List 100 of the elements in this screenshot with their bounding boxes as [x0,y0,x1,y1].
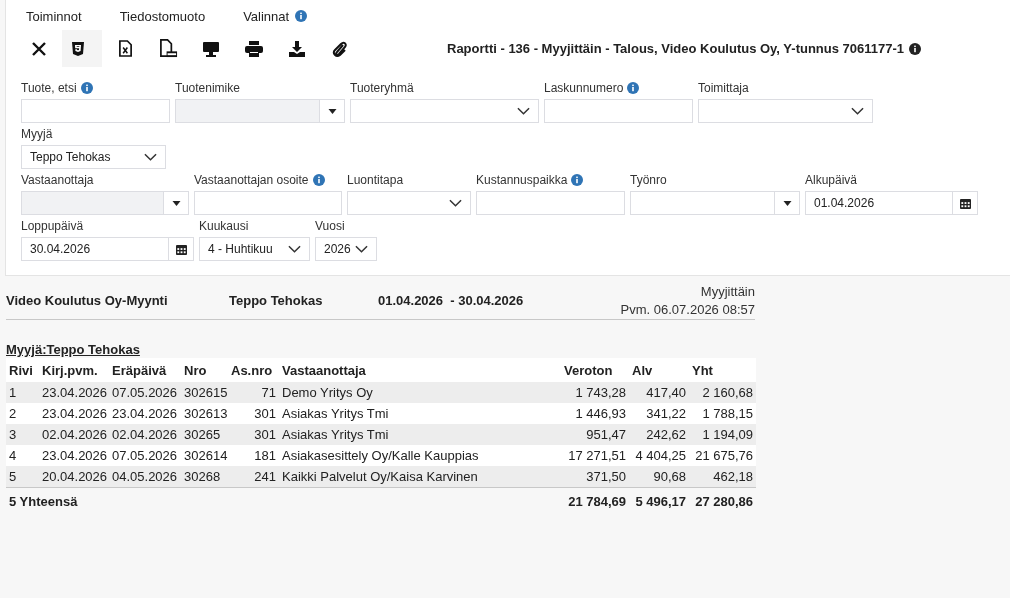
info-icon [909,42,922,55]
file-icon [158,39,178,58]
total-cell: 21 784,69 [561,487,629,514]
table-cell: Asiakas Yritys Tmi [279,403,561,424]
table-cell: 2 160,68 [689,382,756,403]
company-name: Video Koulutus Oy-Myynti [6,293,169,308]
input-field[interactable] [476,191,625,215]
menu-item[interactable]: Tiedostomuoto [119,8,206,24]
table-cell: 20.04.2026 [39,466,109,488]
column-header: Veroton [561,358,629,382]
table-cell: 302615 [181,382,228,403]
table-cell: 1 [6,382,39,403]
field-label: Kustannuspaikka [476,173,568,187]
table-cell: 2 [6,403,39,424]
column-header: As.nro [228,358,279,382]
table-cell: 30265 [181,424,228,445]
table-cell: 302613 [181,403,228,424]
field-label: Luontitapa [347,173,404,187]
caret-icon [782,200,792,206]
field-label: Työnro [630,173,667,187]
table-cell: 3 [6,424,39,445]
calendar-icon [175,243,187,255]
select-field[interactable]: 4 - Huhtikuu [199,237,310,261]
select-field[interactable] [698,99,873,123]
shield-icon [70,40,86,57]
column-header: Yht [689,358,756,382]
seller-name: Teppo Tehokas [229,293,324,308]
date-field[interactable]: 01.04.2026 [805,191,978,215]
info-icon [312,174,325,186]
table-cell: 1 788,15 [689,403,756,424]
chevron-icon [517,107,530,115]
select-field[interactable] [350,99,539,123]
field-label: Vastaanottaja [21,173,94,187]
paperclip-icon [332,39,348,58]
field-label: Toimittaja [698,81,749,95]
calendar-icon [959,197,971,209]
table-cell: 23.04.2026 [39,445,109,466]
table-cell: 181 [228,445,279,466]
info-icon [627,82,640,94]
table-cell: 1 743,28 [561,382,629,403]
table-cell: 951,47 [561,424,629,445]
report-type: Myyjittäin [700,284,755,299]
html-button[interactable] [62,30,102,67]
chevron-icon [144,153,157,161]
input-field[interactable] [21,99,170,123]
combo-field[interactable] [630,191,800,215]
column-header: Alv [629,358,689,382]
info-icon [571,174,584,186]
input-field[interactable] [544,99,693,123]
column-header: Rivi [6,358,39,382]
column-header: Eräpäivä [109,358,181,382]
table-cell: 301 [228,403,279,424]
table-cell: 04.05.2026 [109,466,181,488]
chevron-icon [288,245,301,253]
table-cell: 5 [6,466,39,488]
chevron-icon [449,199,462,207]
table-cell: 371,50 [561,466,629,488]
table-cell: Kaikki Palvelut Oy/Kaisa Karvinen [279,466,561,488]
table-cell: 341,22 [629,403,689,424]
report-period: 01.04.2026 - 30.04.2026 [378,293,524,308]
field-label: Kuukausi [199,219,249,233]
field-label: Tuotenimike [175,81,240,95]
info-icon [295,10,308,22]
table-cell: 30268 [181,466,228,488]
table-cell: 4 [6,445,39,466]
select-field[interactable]: Teppo Tehokas [21,145,166,169]
table-cell: Asiakasesittely Oy/Kalle Kauppias [279,445,561,466]
table-cell: 1 446,93 [561,403,629,424]
column-header: Vastaanottaja [279,358,561,382]
field-label: Vuosi [315,219,345,233]
table-cell: 23.04.2026 [39,382,109,403]
field-label: Laskunnumero [544,81,624,95]
table-cell: 02.04.2026 [109,424,181,445]
field-label: Vastaanottajan osoite [194,173,309,187]
total-cell: 5 496,17 [629,487,689,514]
field-label: Loppupäivä [21,219,84,233]
select-field[interactable] [347,191,471,215]
table-cell: 17 271,51 [561,445,629,466]
report-title: Raportti - 136 - Myyjittäin - Talous, Video Koulutus Oy, Y-tunnus 7061177-1 [447,41,905,56]
table-cell: 07.05.2026 [109,445,181,466]
input-field[interactable] [194,191,342,215]
table-cell: 90,68 [629,466,689,488]
group-title: Myyjä:Teppo Tehokas [6,342,141,358]
table-cell: 71 [228,382,279,403]
field-label: Tuoteryhmä [350,81,414,95]
table-cell: 462,18 [689,466,756,488]
field-label: Myyjä [21,127,53,141]
menu-item[interactable]: Valinnat [243,8,290,24]
menu-item[interactable]: Toiminnot [26,8,82,24]
caret-icon [171,200,181,206]
table-cell: 417,40 [629,382,689,403]
print-icon [245,40,263,57]
table-cell: 241 [228,466,279,488]
table-cell: 02.04.2026 [39,424,109,445]
close-icon [31,40,47,57]
date-field[interactable]: 30.04.2026 [21,237,194,261]
total-cell: 27 280,86 [689,487,756,514]
field-label: Tuote, etsi [21,81,77,95]
info-icon [80,82,93,94]
select-field[interactable]: 2026 [315,237,377,261]
